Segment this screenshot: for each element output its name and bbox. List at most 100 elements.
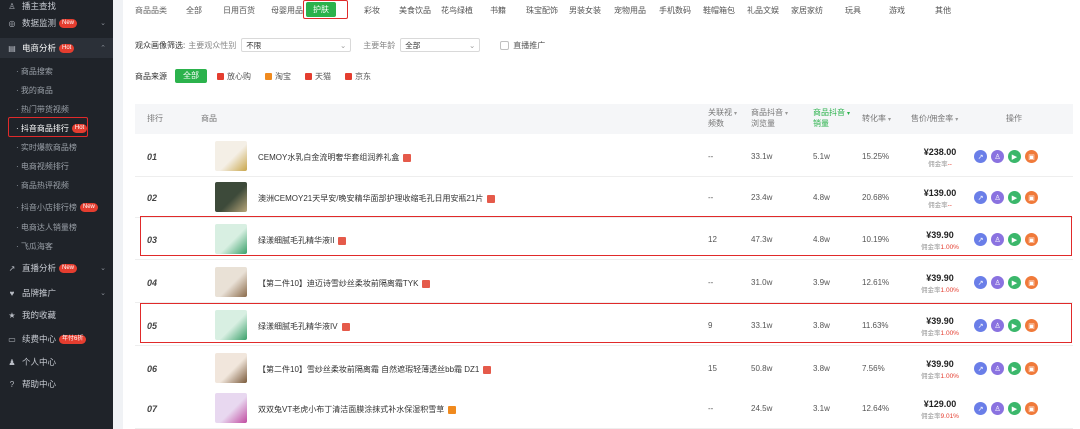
sidebar-item-brand-promo[interactable]: ♥ 品牌推广 ⌄ bbox=[0, 283, 113, 303]
sidebar-item-help[interactable]: ? 帮助中心 bbox=[0, 374, 113, 394]
gender-select[interactable]: 不限 ⌄ bbox=[241, 38, 352, 52]
chart-trend-icon[interactable]: ↗ bbox=[974, 191, 987, 204]
commission-value: 佣金率1.00% bbox=[921, 373, 959, 380]
user-analysis-icon[interactable]: ♙ bbox=[991, 362, 1004, 375]
sidebar-sub-feigua-haike[interactable]: · 飞瓜海客 bbox=[0, 236, 113, 256]
tab-category-jewelry[interactable]: 珠宝配饰 bbox=[526, 5, 558, 16]
tab-category-games[interactable]: 游戏 bbox=[889, 5, 905, 16]
chart-trend-icon[interactable]: ↗ bbox=[974, 150, 987, 163]
tab-category-toys[interactable]: 玩具 bbox=[845, 5, 861, 16]
tab-category-books[interactable]: 书籍 bbox=[490, 5, 506, 16]
product-thumbnail[interactable] bbox=[215, 182, 247, 212]
user-analysis-icon[interactable]: ♙ bbox=[991, 276, 1004, 289]
sidebar-item-favorites[interactable]: ★ 我的收藏 bbox=[0, 305, 113, 325]
video-icon[interactable]: ▶ bbox=[1008, 402, 1021, 415]
bag-icon[interactable]: ▣ bbox=[1025, 402, 1038, 415]
table-row[interactable]: 02 澳洲CEMOY21天早安/晚安精华面部护理收缩毛孔日用安瓶21片 -- 23.4… bbox=[135, 177, 1073, 218]
views-value: 23.4w bbox=[751, 193, 773, 202]
tab-category-clothing[interactable]: 男装女装 bbox=[569, 5, 601, 16]
tab-category-all[interactable]: 全部 bbox=[186, 5, 202, 16]
table-row[interactable]: 04 【第二件10】迪迈诗雪纱丝柔妆前隔离霜TYK -- 31.0w 3.9w 12.61… bbox=[135, 262, 1073, 303]
tab-category-makeup[interactable]: 彩妆 bbox=[364, 5, 380, 16]
sidebar-sub-influencer-sales[interactable]: · 电商达人销量榜 bbox=[0, 217, 113, 237]
product-thumbnail[interactable] bbox=[215, 141, 247, 171]
views-value: 33.1w bbox=[751, 152, 773, 161]
bag-icon[interactable]: ▣ bbox=[1025, 362, 1038, 375]
source-tag-icon bbox=[403, 153, 412, 162]
product-name[interactable]: 双双兔VT老虎小布丁清洁面膜涂抹式补水保湿积雪草 bbox=[258, 404, 457, 415]
tab-category-digital[interactable]: 手机数码 bbox=[659, 5, 691, 16]
sidebar-sub-hot-comments[interactable]: · 商品热评视频 bbox=[0, 175, 113, 195]
sales-value: 3.8w bbox=[813, 364, 830, 373]
table-row[interactable]: 07 双双兔VT老虎小布丁清洁面膜涂抹式补水保湿积雪草 -- 24.5w 3.1w 12.… bbox=[135, 388, 1073, 429]
col-related-videos[interactable]: 关联视 ▾ 频数 bbox=[708, 108, 737, 129]
sort-active-icon: ▾ bbox=[847, 111, 851, 117]
source-jd[interactable]: 京东 bbox=[345, 71, 371, 82]
product-thumbnail[interactable] bbox=[215, 267, 247, 297]
bag-icon[interactable]: ▣ bbox=[1025, 150, 1038, 163]
person-icon: ♟ bbox=[8, 357, 16, 367]
sidebar-sub-product-search[interactable]: · 商品搜索 bbox=[0, 61, 113, 81]
sidebar-item-ecommerce-analysis[interactable]: ▤ 电商分析 Hot ⌃ bbox=[0, 38, 113, 58]
product-thumbnail[interactable] bbox=[215, 393, 247, 423]
sidebar-sub-hot-videos[interactable]: · 热门带货视频 bbox=[0, 99, 113, 119]
sidebar-sub-video-ranking[interactable]: · 电商视频排行 bbox=[0, 156, 113, 176]
col-conversion[interactable]: 转化率 ▾ bbox=[862, 114, 891, 125]
col-sales[interactable]: 商品抖音 ▾ 销量 bbox=[813, 108, 850, 129]
discount-badge: 年付6折 bbox=[59, 334, 87, 344]
tab-category-daily[interactable]: 日用百货 bbox=[223, 5, 255, 16]
age-select[interactable]: 全部 ⌄ bbox=[400, 38, 481, 52]
bag-icon[interactable]: ▣ bbox=[1025, 276, 1038, 289]
source-tag-icon bbox=[422, 279, 431, 288]
col-views[interactable]: 商品抖音 ▾ 浏览量 bbox=[751, 108, 788, 129]
age-label: 主要年龄 bbox=[363, 40, 396, 50]
chevron-down-icon: ⌄ bbox=[100, 265, 106, 272]
live-promo-checkbox[interactable]: 直播推广 bbox=[500, 40, 545, 51]
conversion-value: 12.64% bbox=[862, 404, 890, 413]
chevron-down-icon: ⌄ bbox=[339, 40, 347, 50]
source-taobao[interactable]: 淘宝 bbox=[265, 71, 291, 82]
sidebar-sub-my-products[interactable]: · 我的商品 bbox=[0, 80, 113, 100]
tab-category-gifts[interactable]: 礼品文娱 bbox=[747, 5, 779, 16]
sidebar-item-profile[interactable]: ♟ 个人中心 bbox=[0, 352, 113, 372]
source-all-button[interactable]: 全部 bbox=[175, 69, 207, 83]
product-name[interactable]: 澳洲CEMOY21天早安/晚安精华面部护理收缩毛孔日用安瓶21片 bbox=[258, 193, 496, 204]
product-name[interactable]: 【第二件10】迪迈诗雪纱丝柔妆前隔离霜TYK bbox=[258, 278, 431, 289]
video-icon[interactable]: ▶ bbox=[1008, 362, 1021, 375]
price-cell: ¥39.90 佣金率1.00% bbox=[915, 273, 965, 294]
sidebar-item-renewal[interactable]: ▭ 续费中心 年付6折 bbox=[0, 329, 113, 349]
sidebar-item-live-analysis[interactable]: ↗ 直播分析 New ⌄ bbox=[0, 258, 113, 278]
product-thumbnail[interactable] bbox=[215, 353, 247, 383]
tab-category-bags[interactable]: 鞋帽箱包 bbox=[703, 5, 735, 16]
video-icon[interactable]: ▶ bbox=[1008, 276, 1021, 289]
col-price[interactable]: 售价/佣金率 ▾ bbox=[911, 114, 958, 125]
user-analysis-icon[interactable]: ♙ bbox=[991, 402, 1004, 415]
row-actions: ↗ ♙ ▶ ▣ bbox=[974, 191, 1042, 204]
product-name[interactable]: 【第二件10】雪纱丝柔妆前隔离霜 自然遮瑕轻薄透丝bb霜 DZ1 bbox=[258, 364, 492, 375]
chart-trend-icon[interactable]: ↗ bbox=[974, 362, 987, 375]
sidebar-item-data-monitor[interactable]: ◎ 数据监测 New ⌄ bbox=[0, 13, 113, 33]
table-row[interactable]: 06 【第二件10】雪纱丝柔妆前隔离霜 自然遮瑕轻薄透丝bb霜 DZ1 15 50.8… bbox=[135, 348, 1073, 389]
video-icon[interactable]: ▶ bbox=[1008, 191, 1021, 204]
bag-icon[interactable]: ▣ bbox=[1025, 191, 1038, 204]
tab-category-other[interactable]: 其他 bbox=[935, 5, 951, 16]
tab-category-baby[interactable]: 母婴用品 bbox=[271, 5, 303, 16]
help-icon: ? bbox=[9, 379, 15, 389]
user-analysis-icon[interactable]: ♙ bbox=[991, 150, 1004, 163]
chart-trend-icon[interactable]: ↗ bbox=[974, 276, 987, 289]
source-tmall[interactable]: 天猫 bbox=[305, 71, 331, 82]
sidebar-sub-shop-ranking[interactable]: · 抖音小店排行榜 New bbox=[0, 197, 113, 217]
table-row[interactable]: 01 CEMOY水乳白金流明奢华套组润养礼盒 -- 33.1w 5.1w 15.25% ¥2… bbox=[135, 136, 1073, 177]
tab-category-pets[interactable]: 宠物用品 bbox=[614, 5, 646, 16]
tab-category-plants[interactable]: 花鸟绿植 bbox=[441, 5, 473, 16]
video-icon[interactable]: ▶ bbox=[1008, 150, 1021, 163]
chart-trend-icon[interactable]: ↗ bbox=[974, 402, 987, 415]
product-name[interactable]: CEMOY水乳白金流明奢华套组润养礼盒 bbox=[258, 152, 412, 163]
source-fangxingou[interactable]: 放心购 bbox=[217, 71, 251, 82]
user-analysis-icon[interactable]: ♙ bbox=[991, 191, 1004, 204]
sidebar-sub-realtime-hot[interactable]: · 实时爆款商品榜 bbox=[0, 137, 113, 157]
tab-category-food[interactable]: 美食饮品 bbox=[399, 5, 431, 16]
fangxingou-icon bbox=[217, 72, 224, 80]
price-cell: ¥139.00 佣金率-- bbox=[915, 188, 965, 209]
tab-category-home[interactable]: 家居家纺 bbox=[791, 5, 823, 16]
